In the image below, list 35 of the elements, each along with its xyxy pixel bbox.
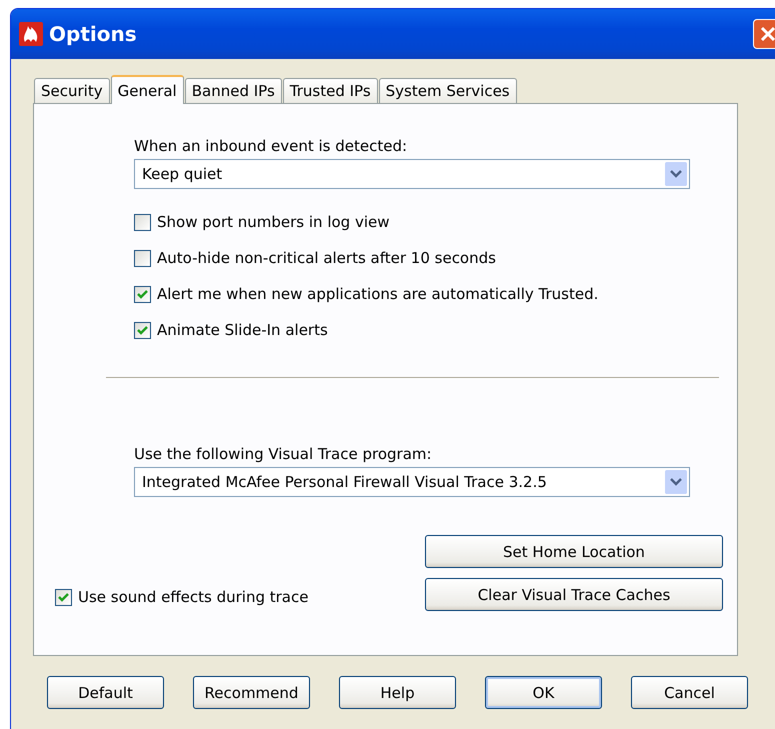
dialog-button[interactable]: Default (47, 676, 164, 709)
action-button[interactable]: Clear Visual Trace Caches (425, 578, 723, 611)
dropdown-arrow-icon[interactable] (665, 470, 687, 494)
checkbox[interactable] (134, 286, 151, 302)
dropdown[interactable]: Integrated McAfee Personal Firewall Visual Trace 3.2.5 (134, 467, 690, 497)
checkbox[interactable] (134, 250, 151, 266)
checkbox-label: Animate Slide-In alerts (157, 321, 328, 339)
checkbox-label: Show port numbers in log view (157, 213, 390, 231)
checkbox-label: Auto-hide non-critical alerts after 10 seconds (157, 249, 496, 267)
checkmark-icon (137, 288, 148, 300)
checkbox-label: Use sound effects during trace (78, 588, 308, 606)
dialog-button[interactable]: OK (485, 676, 602, 709)
checkbox-label: Alert me when new applications are automatically Trusted. (157, 285, 598, 303)
checkbox[interactable] (134, 322, 151, 338)
tab[interactable]: Trusted IPs (282, 78, 378, 103)
dropdown[interactable]: Keep quiet (134, 159, 690, 189)
field-label: Use the following Visual Trace program: (134, 445, 433, 465)
tab[interactable]: Security (34, 78, 110, 103)
flame-icon (19, 22, 43, 46)
checkbox[interactable] (134, 214, 151, 230)
close-icon (759, 25, 775, 43)
tab[interactable]: General (110, 75, 184, 104)
close-button[interactable] (753, 19, 775, 49)
tab[interactable]: System Services (378, 78, 517, 103)
dropdown-arrow-icon[interactable] (665, 162, 687, 186)
field-label: When an inbound event is detected: (134, 137, 408, 157)
window-title: Options (49, 22, 138, 46)
checkmark-icon (137, 324, 148, 336)
action-button[interactable]: Set Home Location (425, 535, 723, 568)
dialog-button[interactable]: Recommend (193, 676, 310, 709)
checkmark-icon (58, 592, 69, 602)
checkbox[interactable] (55, 588, 72, 606)
tab[interactable]: Banned IPs (184, 78, 282, 103)
dialog-button[interactable]: Cancel (631, 676, 748, 709)
dialog-button[interactable]: Help (339, 676, 456, 709)
